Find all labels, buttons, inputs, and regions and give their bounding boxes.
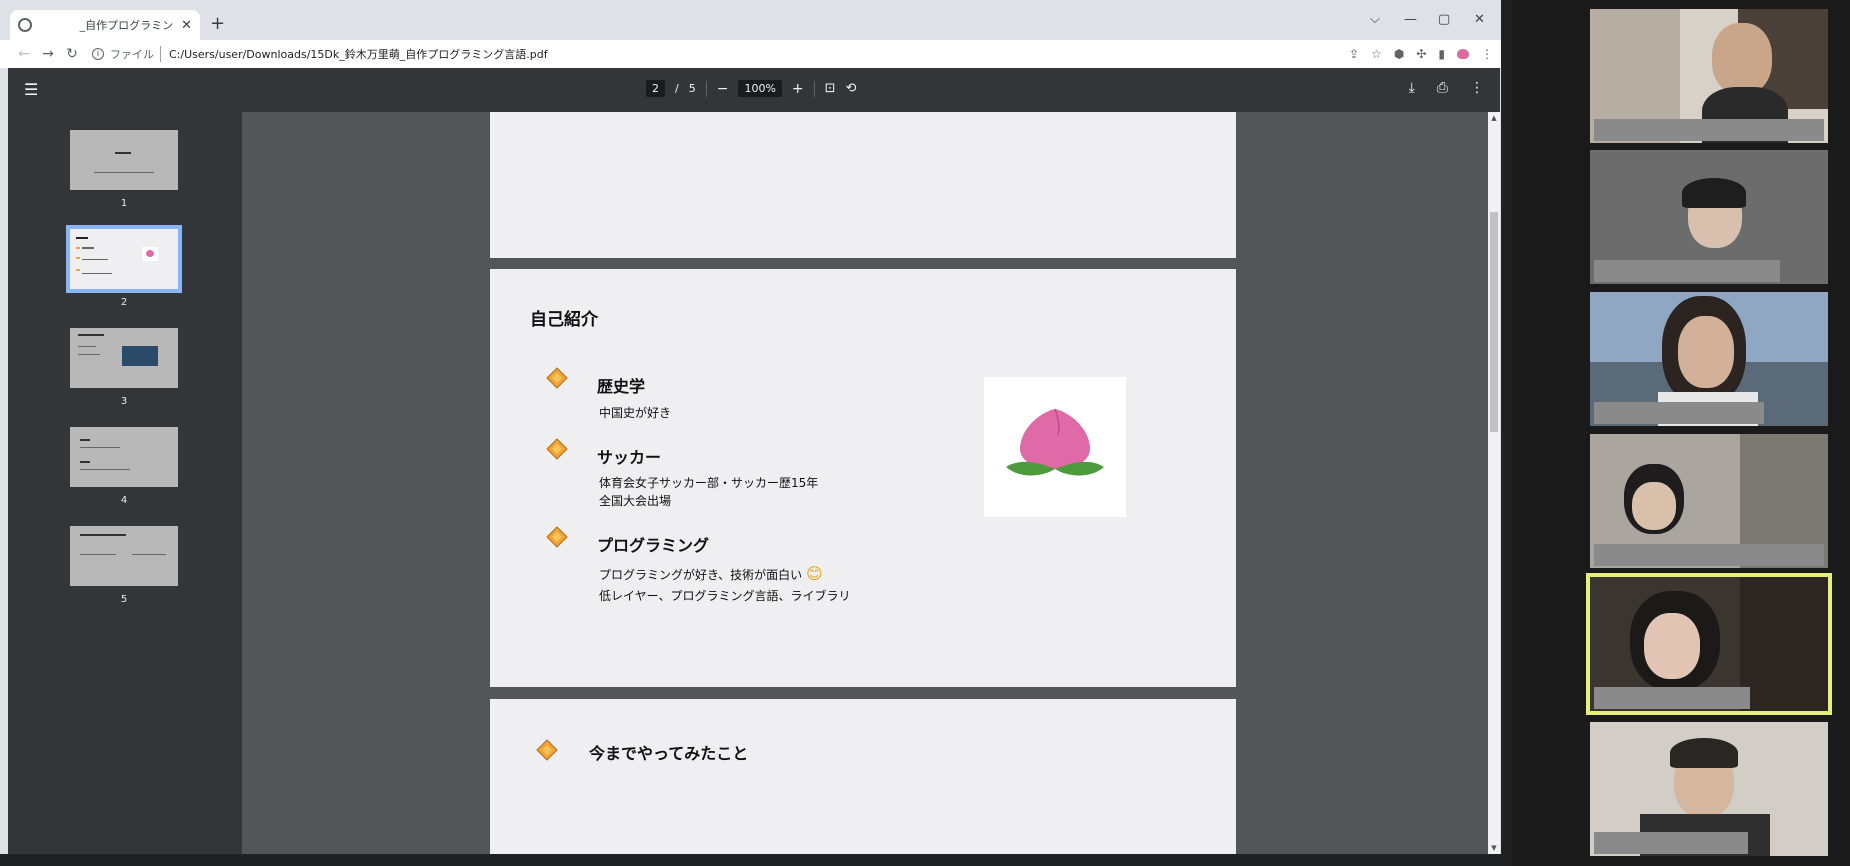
profile-avatar-icon[interactable] bbox=[1457, 49, 1469, 59]
zoom-in-button[interactable]: + bbox=[792, 81, 804, 97]
participant-name-bar bbox=[1594, 119, 1824, 141]
participant-name-bar bbox=[1594, 402, 1764, 424]
participant-name-bar bbox=[1594, 260, 1780, 282]
forward-icon[interactable]: → bbox=[36, 46, 60, 62]
minimize-button[interactable]: — bbox=[1404, 12, 1417, 27]
scrollbar-thumb[interactable] bbox=[1490, 212, 1498, 432]
diamond-bullet-icon bbox=[546, 438, 568, 460]
thumbnail-page-4[interactable] bbox=[70, 427, 178, 487]
download-icon[interactable]: ⤓ bbox=[1409, 80, 1415, 96]
participant-tile[interactable] bbox=[1590, 434, 1828, 568]
participant-tile[interactable] bbox=[1590, 292, 1828, 426]
more-icon[interactable]: ⋮ bbox=[1470, 80, 1484, 96]
thumbnail-page-5[interactable] bbox=[70, 526, 178, 586]
star-icon[interactable]: ☆ bbox=[1371, 47, 1382, 61]
peach-icon bbox=[1006, 408, 1104, 476]
participant-name-bar bbox=[1594, 832, 1748, 854]
participant-tile[interactable] bbox=[1590, 150, 1828, 284]
page-number-input[interactable]: 2 bbox=[646, 80, 665, 97]
item-description: 低レイヤー、プログラミング言語、ライブラリ bbox=[599, 589, 851, 603]
peach-image bbox=[984, 377, 1126, 517]
puzzle-icon[interactable]: ✣ bbox=[1416, 47, 1426, 61]
item-description: 中国史が好き bbox=[599, 406, 672, 420]
participant-name-bar bbox=[1594, 544, 1824, 566]
pdf-scrollbar[interactable]: ▲ ▼ bbox=[1488, 112, 1500, 854]
address-bar-actions: ⇪ ☆ ⬢ ✣ ▮ ⋮ bbox=[1349, 40, 1493, 68]
tab-search-icon[interactable]: ⌵ bbox=[1370, 12, 1380, 27]
participant-face bbox=[1632, 482, 1676, 530]
tab-strip: _自作プログラミン ✕ + ⌵ — ▢ ✕ bbox=[0, 0, 1501, 40]
participant-tile[interactable] bbox=[1590, 9, 1828, 143]
thumbnail-page-3[interactable] bbox=[70, 328, 178, 388]
diamond-bullet-icon bbox=[546, 526, 568, 548]
toolbar-divider bbox=[705, 80, 707, 97]
thumbnail-number: 2 bbox=[120, 297, 128, 308]
participant-face bbox=[1678, 316, 1734, 388]
url-scheme: ファイル bbox=[110, 46, 161, 62]
thumbnail-number: 5 bbox=[120, 594, 128, 605]
diamond-bullet-icon bbox=[546, 367, 568, 389]
item-heading: 歴史学 bbox=[597, 377, 646, 396]
print-icon[interactable]: ⎙ bbox=[1437, 80, 1448, 96]
participant-tile-active-speaker[interactable] bbox=[1586, 573, 1832, 715]
chrome-menu-icon[interactable]: ⋮ bbox=[1481, 47, 1493, 61]
participant-face bbox=[1712, 23, 1772, 95]
tab-close-icon[interactable]: ✕ bbox=[181, 18, 192, 33]
scroll-down-icon[interactable]: ▼ bbox=[1488, 844, 1500, 852]
close-window-button[interactable]: ✕ bbox=[1474, 12, 1485, 27]
pdf-page-controls: 2 / 5 − 100% + ⊡ ⟲ bbox=[646, 80, 856, 97]
thumbnail-sidebar: 1 2 3 4 5 bbox=[8, 112, 242, 854]
item-heading: プログラミング bbox=[597, 536, 710, 555]
menu-icon[interactable]: ☰ bbox=[24, 80, 38, 99]
pdf-page-3: 今までやってみたこと bbox=[490, 699, 1236, 854]
maximize-button[interactable]: ▢ bbox=[1438, 12, 1450, 27]
pdf-toolbar: ☰ 2 / 5 − 100% + ⊡ ⟲ ⤓ ⎙ ⋮ bbox=[8, 68, 1500, 112]
new-tab-button[interactable]: + bbox=[210, 14, 225, 34]
url-field[interactable]: i ファイル C:/Users/user/Downloads/15Dk_鈴木万里… bbox=[92, 46, 548, 62]
diamond-bullet-icon bbox=[536, 739, 558, 761]
screen: _自作プログラミン ✕ + ⌵ — ▢ ✕ ← → ↻ i ファイル C:/Us… bbox=[0, 0, 1850, 866]
zoom-out-button[interactable]: − bbox=[717, 81, 729, 97]
item-heading: サッカー bbox=[597, 448, 662, 467]
extension-hex-icon[interactable]: ⬢ bbox=[1394, 47, 1404, 61]
browser-window: _自作プログラミン ✕ + ⌵ — ▢ ✕ ← → ↻ i ファイル C:/Us… bbox=[0, 0, 1501, 854]
pdf-page-2: 自己紹介 歴史学 中国史が好き サッカー 体育会女子サッカー部・サッカー歴15年… bbox=[490, 269, 1236, 687]
participant-name-bar bbox=[1594, 687, 1750, 709]
tab-title: _自作プログラミン bbox=[79, 19, 174, 32]
share-icon[interactable]: ⇪ bbox=[1349, 47, 1359, 61]
participant-tile[interactable] bbox=[1590, 722, 1828, 856]
slide-title: 自己紹介 bbox=[530, 310, 598, 330]
thumbnail-number: 3 bbox=[120, 396, 128, 407]
url-path: C:/Users/user/Downloads/15Dk_鈴木万里萌_自作プログ… bbox=[169, 48, 548, 61]
item-heading: 今までやってみたこと bbox=[589, 744, 749, 763]
pdf-page-1 bbox=[490, 112, 1236, 258]
fit-page-icon[interactable]: ⊡ bbox=[825, 81, 836, 96]
item-description: プログラミングが好き、技術が面白い 😊 bbox=[599, 565, 823, 584]
rotate-icon[interactable]: ⟲ bbox=[846, 81, 857, 96]
thumbnail-page-2[interactable] bbox=[66, 225, 182, 293]
page-total: 5 bbox=[688, 82, 696, 95]
thumbnail-number: 4 bbox=[120, 495, 128, 506]
pdf-actions: ⤓ ⎙ ⋮ bbox=[1409, 80, 1484, 96]
thumbnail-number: 1 bbox=[120, 198, 128, 209]
smile-emoji: 😊 bbox=[806, 564, 823, 583]
item-description: 体育会女子サッカー部・サッカー歴15年 bbox=[599, 476, 819, 490]
side-panel-icon[interactable]: ▮ bbox=[1438, 47, 1445, 61]
reload-icon[interactable]: ↻ bbox=[60, 46, 84, 62]
address-bar: ← → ↻ i ファイル C:/Users/user/Downloads/15D… bbox=[0, 40, 1501, 68]
video-participants-panel bbox=[1512, 0, 1850, 866]
item-description: 全国大会出場 bbox=[599, 494, 672, 508]
info-icon[interactable]: i bbox=[92, 48, 104, 60]
toolbar-divider bbox=[813, 80, 815, 97]
thumbnail-page-1[interactable] bbox=[70, 130, 178, 190]
item-description-text: プログラミングが好き、技術が面白い bbox=[599, 568, 803, 582]
globe-icon bbox=[18, 18, 32, 32]
participant-face bbox=[1644, 613, 1700, 679]
scroll-up-icon[interactable]: ▲ bbox=[1488, 114, 1500, 122]
page-separator: / bbox=[675, 82, 679, 95]
back-icon[interactable]: ← bbox=[12, 46, 36, 62]
pdf-body: 1 2 3 4 5 自己紹介 歴史学 中国史が好き サッカー 体育会女子サッカー… bbox=[8, 112, 1500, 854]
zoom-input[interactable]: 100% bbox=[738, 80, 782, 97]
browser-tab[interactable]: _自作プログラミン ✕ bbox=[10, 10, 200, 40]
